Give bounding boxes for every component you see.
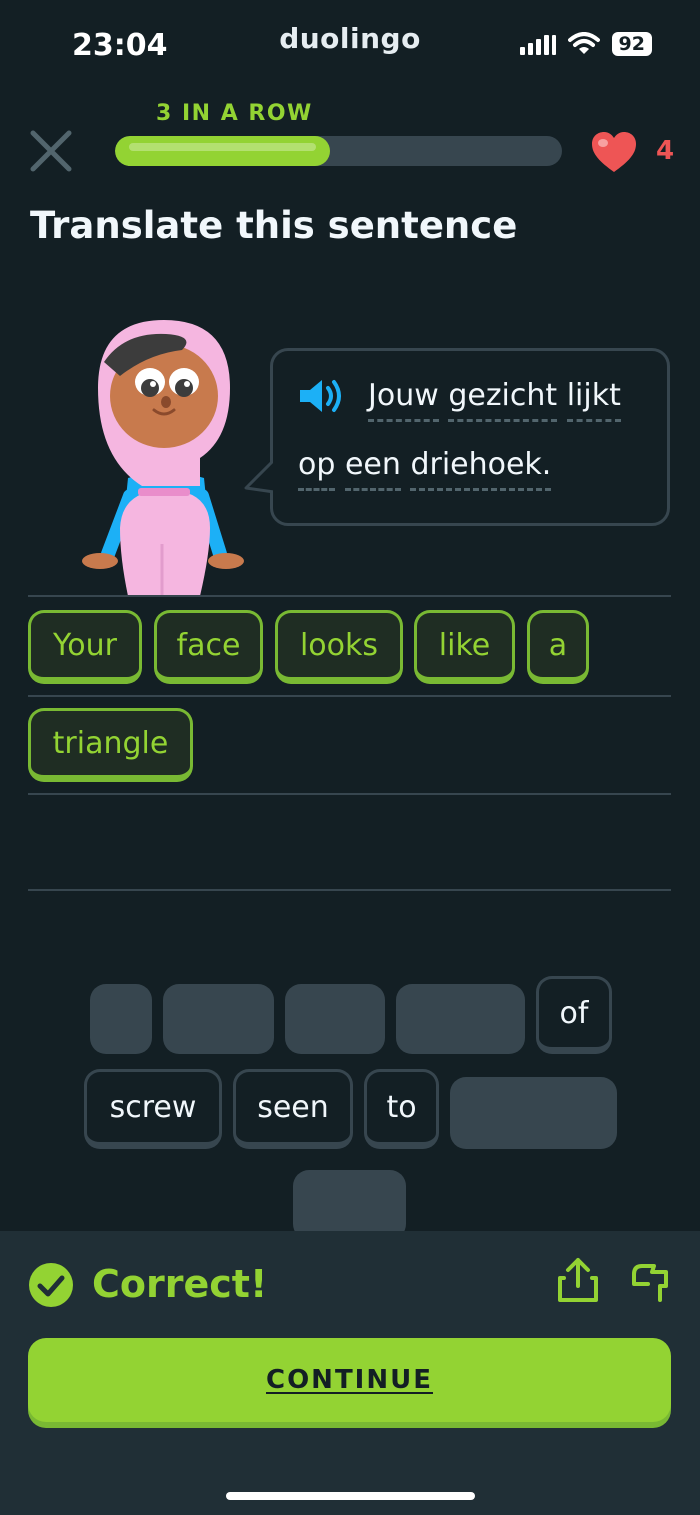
status-bar: 23:04 duolingo 92: [0, 0, 700, 90]
word-bank-chip[interactable]: to: [364, 1069, 439, 1149]
heart-icon[interactable]: [590, 130, 638, 174]
word-bank-empty-slot: [396, 984, 525, 1054]
report-flag-icon[interactable]: [630, 1260, 670, 1302]
lesson-progress-bar: [115, 136, 562, 166]
feedback-result: Correct!: [92, 1262, 268, 1306]
answer-word-chip[interactable]: Your: [28, 610, 142, 684]
close-icon[interactable]: [28, 128, 74, 174]
sentence-word[interactable]: op: [298, 447, 336, 491]
sentence-word[interactable]: driehoek.: [410, 447, 552, 491]
answer-line: [28, 889, 671, 891]
sentence-word[interactable]: gezicht: [448, 378, 558, 422]
signal-icon: [519, 33, 556, 55]
speech-bubble-tail: [244, 458, 276, 494]
sentence-line-1: Jouw gezicht lijkt: [368, 378, 621, 422]
status-icons: 92: [519, 32, 652, 56]
word-bank-chip[interactable]: seen: [233, 1069, 353, 1149]
word-bank-empty-slot: [450, 1077, 617, 1149]
battery-icon: 92: [611, 32, 652, 56]
speaker-icon[interactable]: [298, 376, 346, 416]
progress-fill: [115, 136, 330, 166]
speech-bubble: [270, 348, 670, 526]
word-bank-chip[interactable]: of: [536, 976, 612, 1054]
sentence-word[interactable]: lijkt: [566, 378, 621, 422]
answer-word-chip[interactable]: a: [527, 610, 589, 684]
continue-button-label: CONTINUE: [266, 1365, 433, 1395]
word-bank-empty-slot: [90, 984, 152, 1054]
character-illustration: [82, 320, 244, 596]
home-indicator[interactable]: [226, 1492, 475, 1500]
checkmark-icon: [29, 1263, 73, 1307]
answer-line: [28, 793, 671, 795]
share-icon[interactable]: [556, 1256, 600, 1304]
answer-line: [28, 595, 671, 597]
answer-word-chip[interactable]: like: [414, 610, 515, 684]
streak-label: 3 IN A ROW: [156, 101, 313, 126]
answer-word-chip[interactable]: triangle: [28, 708, 193, 782]
prompt-title: Translate this sentence: [30, 204, 518, 247]
sentence-word[interactable]: een: [344, 447, 401, 491]
answer-word-chip[interactable]: looks: [275, 610, 403, 684]
answer-line: [28, 695, 671, 697]
wifi-icon: [567, 32, 600, 54]
word-bank-empty-slot: [293, 1170, 406, 1240]
sentence-word[interactable]: Jouw: [368, 378, 439, 422]
hearts-count: 4: [656, 136, 675, 166]
word-bank-empty-slot: [285, 984, 385, 1054]
continue-button[interactable]: CONTINUE: [28, 1338, 671, 1422]
sentence-line-2: op een driehoek.: [298, 447, 552, 491]
answer-word-chip[interactable]: face: [154, 610, 263, 684]
word-bank-empty-slot: [163, 984, 274, 1054]
progress-shine: [129, 143, 316, 151]
word-bank-chip[interactable]: screw: [84, 1069, 222, 1149]
